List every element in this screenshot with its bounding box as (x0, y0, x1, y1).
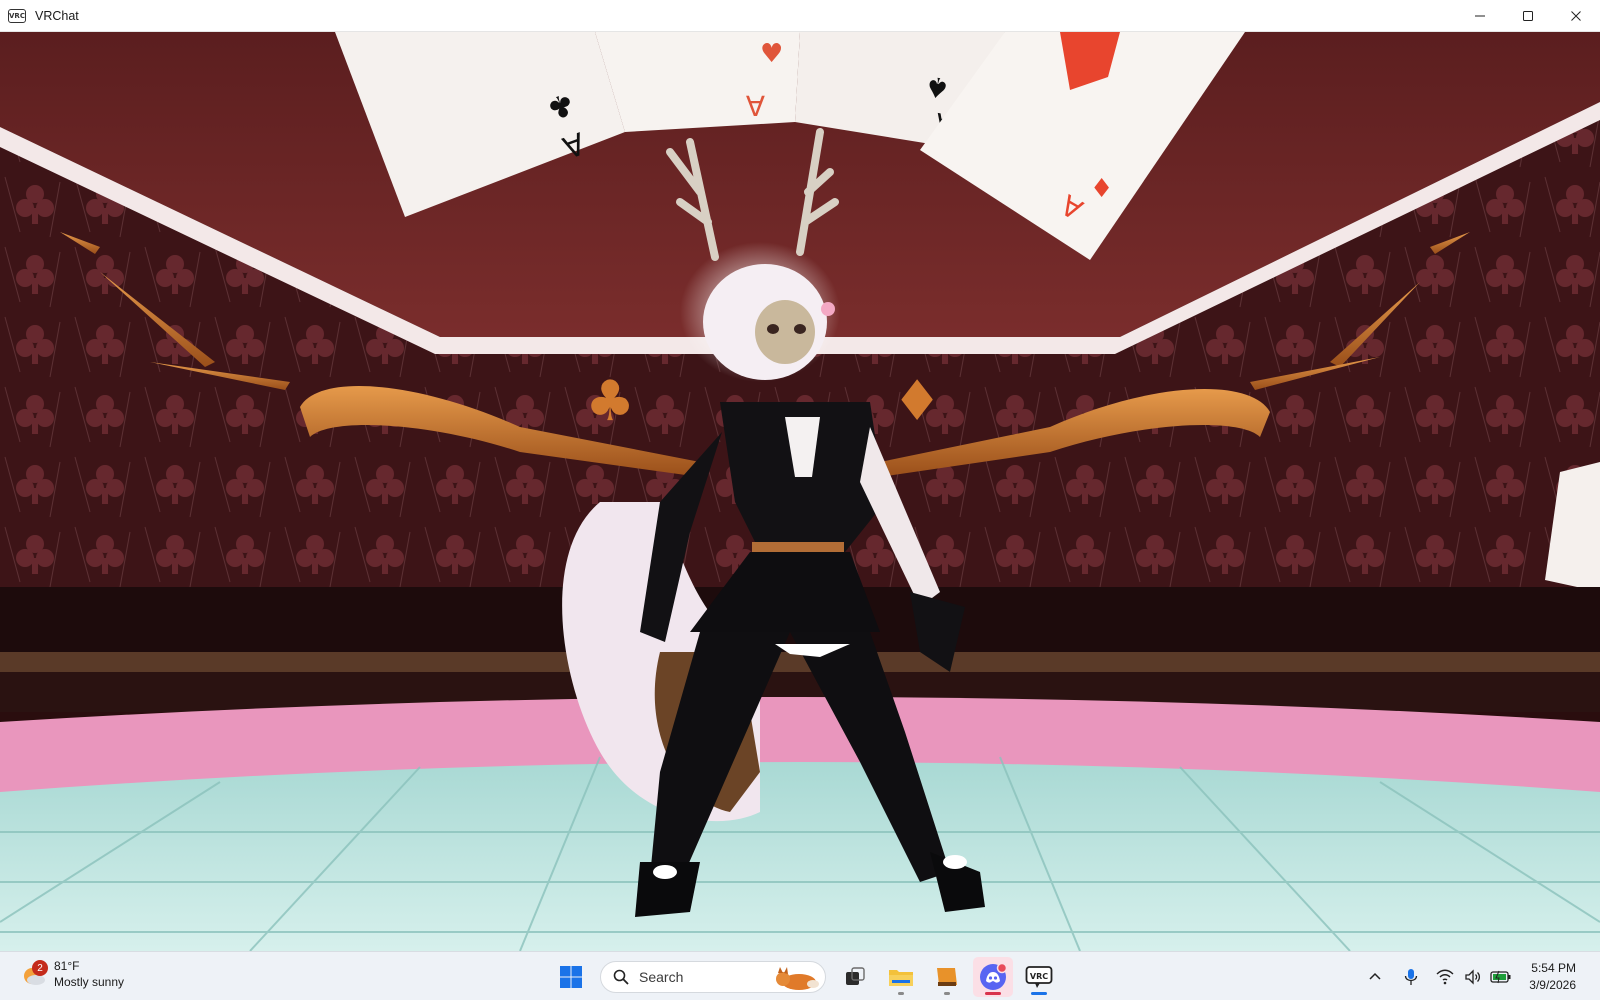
running-indicator (898, 991, 904, 995)
minimize-icon (1475, 15, 1485, 17)
search-placeholder: Search (639, 968, 684, 985)
playing-card-ace-hearts: ♥ A (595, 32, 800, 132)
active-indicator (1031, 991, 1047, 995)
folder-app-button[interactable] (927, 957, 967, 997)
start-button[interactable] (551, 957, 591, 997)
search-icon (613, 969, 629, 985)
show-hidden-icons-button[interactable] (1363, 965, 1387, 989)
task-view-icon (846, 966, 865, 985)
vrchat-icon: VRC (1025, 965, 1053, 988)
weather-icon: 2 (20, 960, 48, 988)
microphone-button[interactable] (1399, 965, 1423, 989)
microphone-icon (1405, 968, 1418, 985)
svg-text:A: A (746, 89, 765, 122)
window-controls (1456, 0, 1600, 32)
folder-icon (937, 967, 957, 986)
file-explorer-icon (889, 969, 913, 986)
task-view-button[interactable] (835, 957, 875, 997)
close-button[interactable] (1552, 0, 1600, 32)
wifi-icon (1436, 969, 1454, 984)
weather-temperature: 81°F (54, 959, 80, 973)
battery-button[interactable] (1489, 965, 1513, 989)
taskbar-apps: Search VRC (548, 956, 1062, 997)
svg-text:♦: ♦ (1090, 174, 1113, 204)
taskbar-search[interactable]: Search (600, 960, 826, 993)
system-clock[interactable]: 5:54 PM 3/9/2026 (1529, 960, 1576, 994)
minimize-button[interactable] (1456, 0, 1504, 32)
clock-date: 3/9/2026 (1529, 977, 1576, 992)
vrchat-taskbar-button[interactable]: VRC (1019, 957, 1059, 997)
windows-start-icon (560, 965, 582, 988)
network-button[interactable] (1433, 965, 1457, 989)
speaker-icon (1465, 968, 1481, 985)
diamond-ornament: ♦ (892, 369, 942, 434)
discord-icon (980, 962, 1008, 990)
window-title: VRChat (35, 8, 79, 23)
running-indicator (985, 991, 1001, 995)
windows-taskbar: 2 81°F Mostly sunny Search VRC 5:54 PM 3… (0, 951, 1600, 1000)
weather-widget[interactable]: 2 81°F Mostly sunny (20, 958, 124, 990)
svg-text:♥: ♥ (760, 39, 783, 69)
volume-button[interactable] (1461, 965, 1485, 989)
weather-text: 81°F Mostly sunny (54, 958, 124, 990)
clock-time: 5:54 PM (1531, 960, 1576, 975)
running-indicator (944, 991, 950, 995)
file-explorer-button[interactable] (881, 957, 921, 997)
maximize-icon (1523, 11, 1533, 21)
weather-condition: Mostly sunny (54, 975, 125, 989)
close-icon (1571, 11, 1581, 21)
fox-search-highlight-icon (776, 966, 819, 990)
battery-icon (1490, 970, 1511, 983)
maximize-button[interactable] (1504, 0, 1552, 32)
vrchat-app-icon: VRC (8, 8, 26, 23)
vr-scene: ♣ A ♥ A ♠ A ♦ A (0, 32, 1600, 951)
svg-text:VRC: VRC (1030, 972, 1048, 981)
window-title-bar: VRC VRChat (0, 0, 1600, 32)
game-viewport[interactable]: ♣ A ♥ A ♠ A ♦ A (0, 32, 1600, 951)
notification-badge: 2 (32, 960, 48, 976)
discord-button[interactable] (973, 956, 1013, 997)
system-tray: 5:54 PM 3/9/2026 (1361, 952, 1600, 1000)
club-ornament: ♣ (585, 369, 635, 434)
chevron-up-icon (1369, 972, 1381, 980)
